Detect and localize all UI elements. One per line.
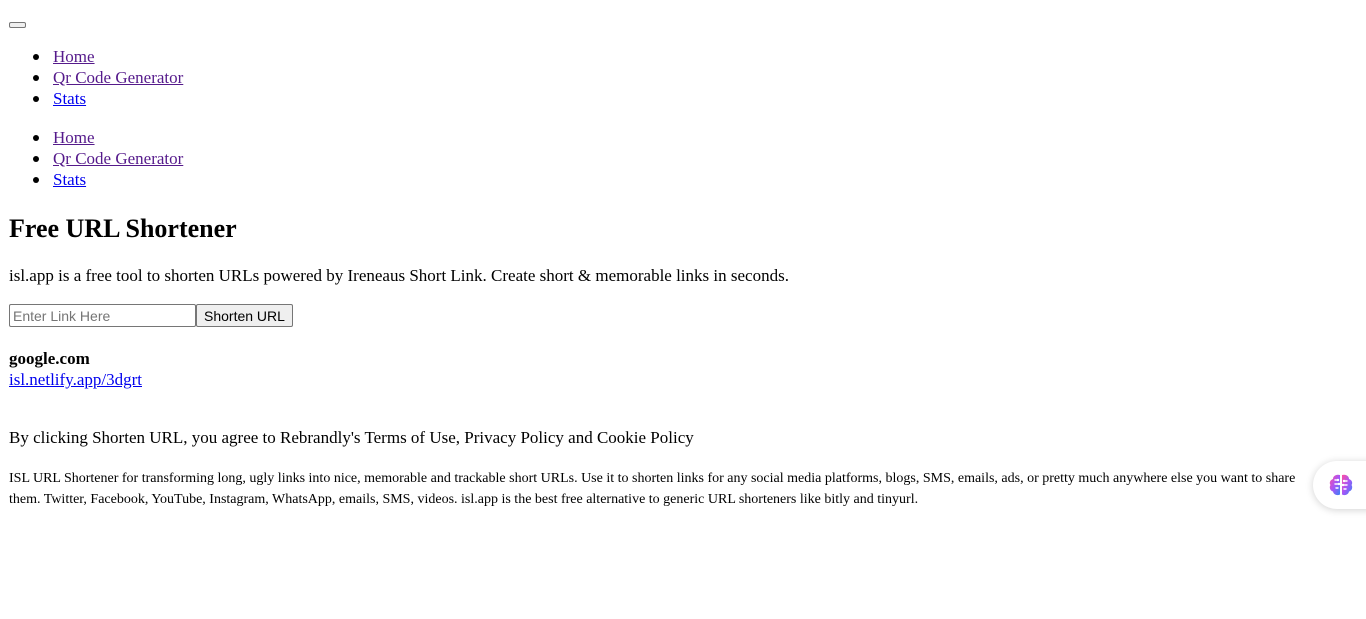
shorten-form: Shorten URL — [9, 304, 293, 327]
bullet-icon — [33, 75, 39, 81]
link-input[interactable] — [9, 304, 196, 327]
nav-link-stats[interactable]: Stats — [53, 89, 86, 108]
bullet-icon — [33, 135, 39, 141]
nav-item-stats: Stats — [33, 88, 183, 109]
nav-link-qr-code-generator[interactable]: Qr Code Generator — [53, 149, 183, 168]
primary-nav: Home Qr Code Generator Stats — [0, 46, 183, 109]
nav-item-stats: Stats — [33, 169, 183, 190]
nav-item-qr-code-generator: Qr Code Generator — [33, 148, 183, 169]
nav-link-home[interactable]: Home — [53, 47, 95, 66]
nav-item-qr-code-generator: Qr Code Generator — [33, 67, 183, 88]
terms-text: By clicking Shorten URL, you agree to Re… — [9, 428, 694, 447]
nav-link-qr-code-generator[interactable]: Qr Code Generator — [53, 68, 183, 87]
bullet-icon — [33, 177, 39, 183]
nav-item-home: Home — [33, 127, 183, 148]
intro-text: isl.app is a free tool to shorten URLs p… — [9, 266, 789, 285]
result-original-url: google.com — [9, 349, 90, 368]
nav-link-home[interactable]: Home — [53, 128, 95, 147]
bullet-icon — [33, 96, 39, 102]
nav-link-stats[interactable]: Stats — [53, 170, 86, 189]
shorten-url-button[interactable]: Shorten URL — [196, 304, 293, 327]
floating-assistant-widget[interactable] — [1313, 461, 1366, 509]
brain-icon — [1329, 474, 1353, 496]
description-text: ISL URL Shortener for transforming long,… — [9, 471, 1296, 507]
nav-item-home: Home — [33, 46, 183, 67]
secondary-nav: Home Qr Code Generator Stats — [0, 127, 183, 190]
page-title: Free URL Shortener — [9, 214, 237, 243]
bullet-icon — [33, 54, 39, 60]
page: Home Qr Code Generator Stats Home Qr Cod… — [0, 0, 1366, 619]
menu-toggle-button[interactable] — [9, 22, 26, 28]
result-short-link[interactable]: isl.netlify.app/3dgrt — [9, 369, 142, 390]
bullet-icon — [33, 156, 39, 162]
